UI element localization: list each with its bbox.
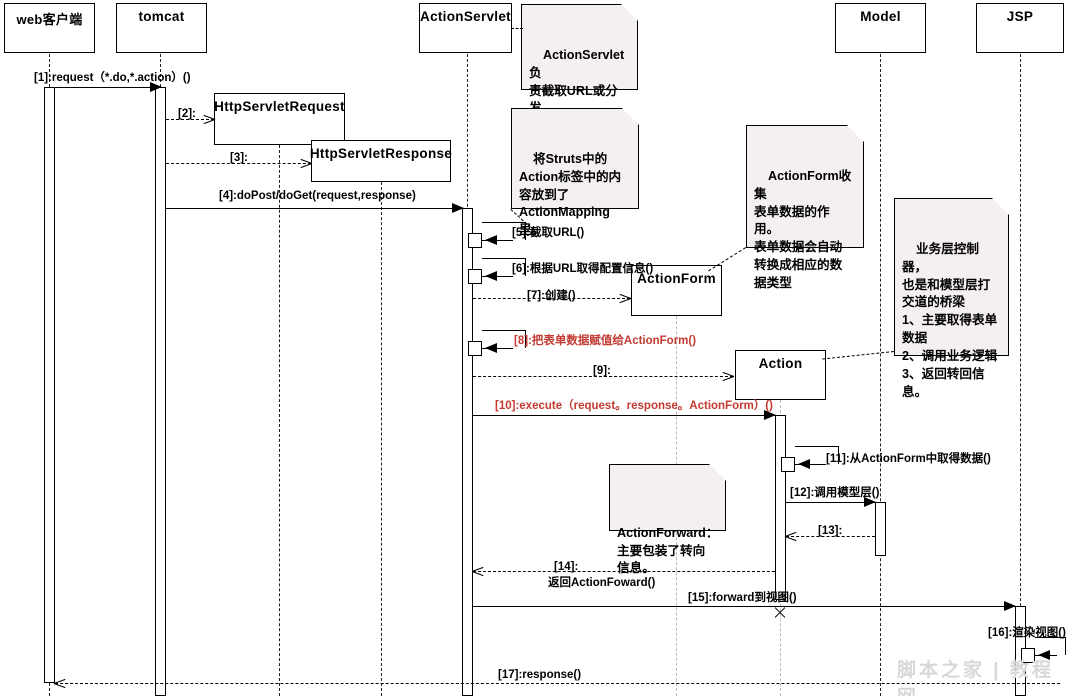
activation-nested-action-get-data xyxy=(781,457,795,472)
activation-web-client xyxy=(44,87,55,683)
note-anchor-action-form xyxy=(708,247,746,272)
sequence-diagram-canvas: web客户端 tomcat HttpServletRequest HttpSer… xyxy=(0,0,1071,696)
message-8-label: [8]:把表单数据赋值给ActionForm() xyxy=(514,335,697,347)
activation-nested-populate-form xyxy=(468,341,482,356)
note-action-servlet: ActionServlet负 责截取URL或分发 的作用，是一个 中央控制器 xyxy=(521,4,638,151)
message-9-label: [9]: xyxy=(593,365,611,377)
note-fold-icon xyxy=(847,125,864,142)
activation-tomcat xyxy=(155,87,166,696)
watermark: 脚本之家 | 教程网 jiaocheng.chazidian.com xyxy=(897,655,1071,696)
message-2-label: [2]: xyxy=(178,108,196,120)
activation-action xyxy=(775,415,786,600)
message-13-label: [13]: xyxy=(818,525,843,537)
note-action-form-text: ActionForm收集 表单数据的作 用。 表单数据会自动 转换成相应的数 据… xyxy=(754,168,852,290)
lifeline-label-action: Action xyxy=(758,356,803,371)
message-17-label: [17]:response() xyxy=(498,669,582,681)
lifeline-model xyxy=(880,54,881,696)
note-action-text: 业务层控制器， 也是和模型层打 交道的桥梁 1、主要取得表单 数据 2、调用业务… xyxy=(902,241,998,399)
lifeline-header-jsp[interactable]: JSP xyxy=(976,3,1064,53)
lifeline-label-action-servlet: ActionServlet xyxy=(420,9,511,24)
lifeline-label-http-request: HttpServletRequest xyxy=(214,99,345,114)
note-action-mapping: 将Struts中的 Action标签中的内 容放到了 ActionMapping… xyxy=(511,108,639,237)
note-fold-icon xyxy=(622,108,639,125)
lifeline-header-action-servlet[interactable]: ActionServlet xyxy=(419,3,512,53)
lifeline-http-request xyxy=(279,145,280,696)
message-1-label: [1]:request（*.do,*.action）() xyxy=(34,72,191,84)
note-anchor-action xyxy=(822,351,894,360)
lifeline-label-tomcat: tomcat xyxy=(138,9,185,24)
message-11-label: [11]:从ActionForm中取得数据() xyxy=(826,453,991,465)
message-14-label: [14]: xyxy=(554,561,579,573)
message-7-label: [7]:创建() xyxy=(527,290,576,302)
message-12-label: [12]:调用模型层() xyxy=(790,487,880,499)
message-10-label: [10]:execute（request。response。ActionForm… xyxy=(495,400,773,412)
lifeline-label-web-client: web客户端 xyxy=(16,12,83,27)
lifeline-header-http-request[interactable]: HttpServletRequest xyxy=(214,93,345,145)
message-3-label: [3]: xyxy=(230,152,248,164)
lifeline-header-http-response[interactable]: HttpServletResponse xyxy=(309,140,453,182)
note-fold-icon xyxy=(709,464,726,481)
activation-model xyxy=(875,502,886,556)
lifeline-header-action[interactable]: Action xyxy=(735,350,826,400)
lifeline-header-web-client[interactable]: web客户端 xyxy=(4,3,95,53)
message-15-text: [15]:forward到视图() xyxy=(688,592,797,604)
note-anchor-action-servlet xyxy=(511,28,523,29)
lifeline-label-model: Model xyxy=(860,9,901,24)
lifeline-http-response xyxy=(381,182,382,696)
lifeline-label-http-response: HttpServletResponse xyxy=(309,146,453,161)
note-action-forward-text: ActionForward： 主要包装了转向 信息。 xyxy=(617,525,719,576)
message-4-label: [4]:doPost/doGet(request,response) xyxy=(219,190,416,202)
note-action: 业务层控制器， 也是和模型层打 交道的桥梁 1、主要取得表单 数据 2、调用业务… xyxy=(894,198,1009,399)
destroy-marker-action xyxy=(773,606,787,620)
message-6-label: [6]:根据URL取得配置信息() xyxy=(512,263,654,275)
note-fold-icon xyxy=(992,198,1009,215)
lifeline-header-tomcat[interactable]: tomcat xyxy=(116,3,207,53)
message-16-label: [16]:渲染视图() xyxy=(988,627,1066,639)
note-action-form: ActionForm收集 表单数据的作 用。 表单数据会自动 转换成相应的数 据… xyxy=(746,125,864,290)
note-fold-icon xyxy=(621,4,638,21)
lifeline-header-model[interactable]: Model xyxy=(835,3,926,53)
watermark-line1: 脚本之家 | 教程网 xyxy=(897,660,1054,696)
lifeline-jsp xyxy=(1020,54,1021,696)
activation-nested-read-config xyxy=(468,269,482,284)
activation-nested-truncate-url xyxy=(468,233,482,248)
lifeline-label-jsp: JSP xyxy=(1006,9,1034,24)
note-action-forward: ActionForward： 主要包装了转向 信息。 xyxy=(609,464,726,575)
